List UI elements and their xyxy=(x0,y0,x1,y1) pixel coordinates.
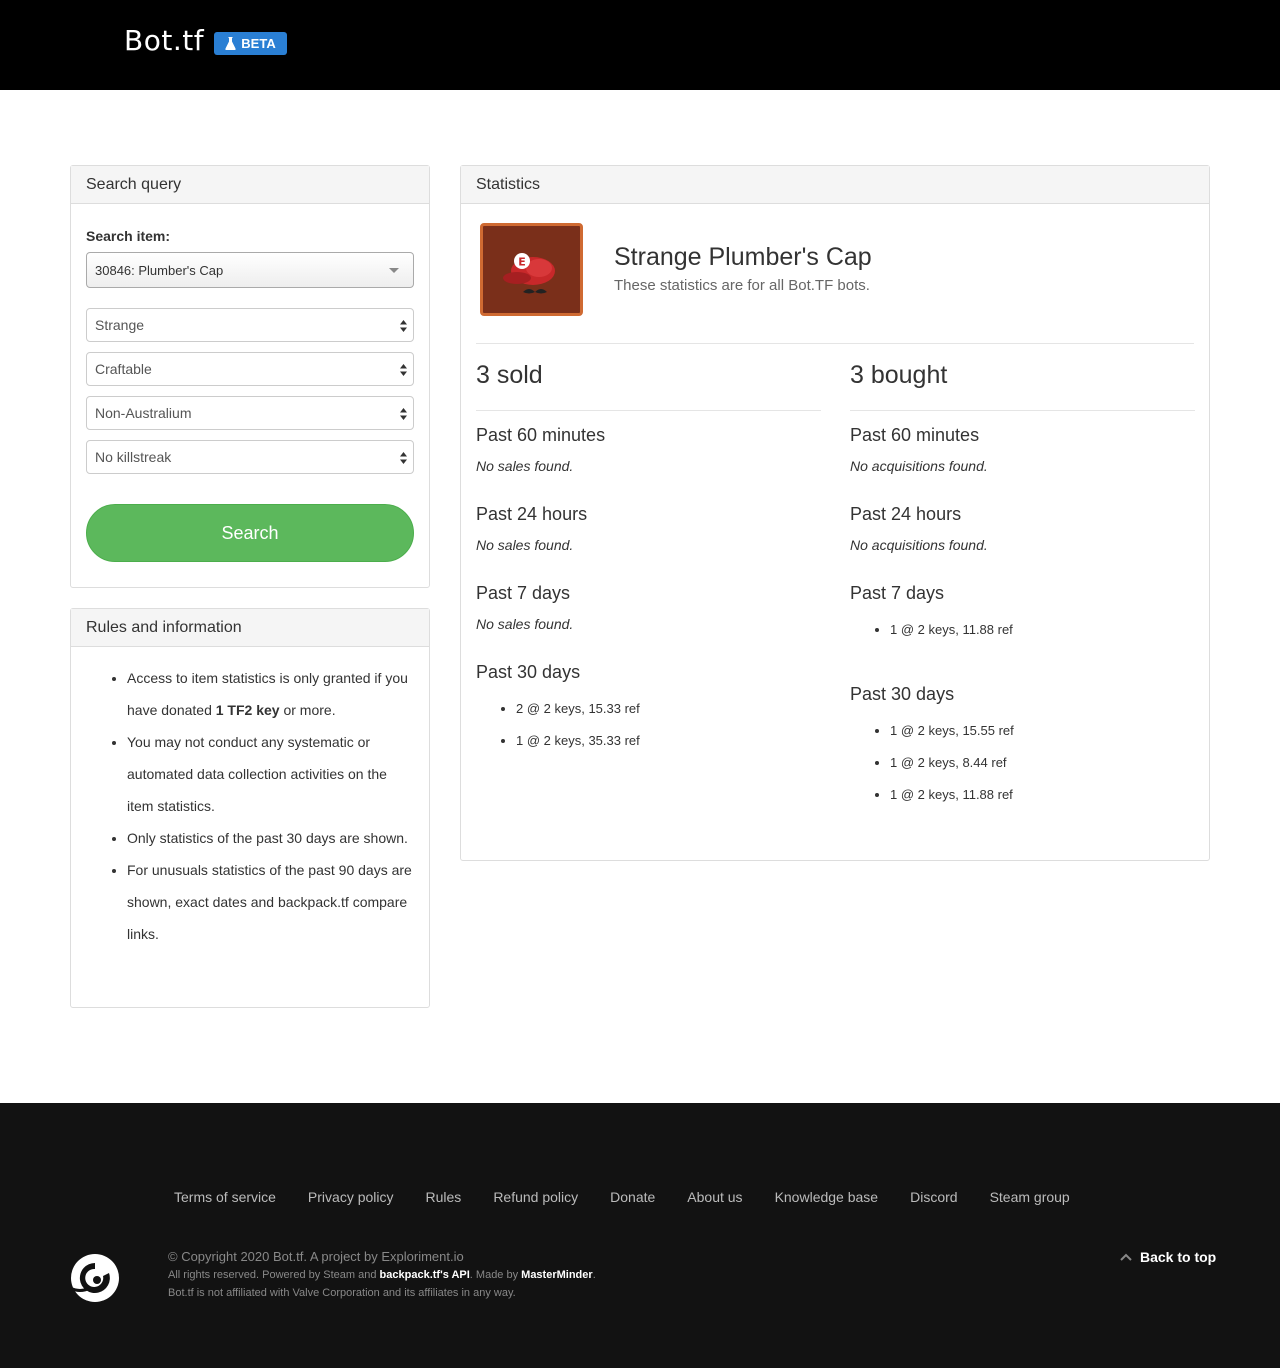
bought-column: 3 bought Past 60 minutes No acquisitions… xyxy=(850,361,1195,802)
sold-24h-heading: Past 24 hours xyxy=(476,504,588,524)
transaction-item: 1 @ 2 keys, 15.55 ref xyxy=(890,720,1014,752)
transaction-item: 1 @ 2 keys, 35.33 ref xyxy=(516,730,640,762)
disclaimer-text: Bot.tf is not affiliated with Valve Corp… xyxy=(168,1287,516,1299)
rule-text: or more. xyxy=(279,702,336,718)
beta-label: BETA xyxy=(241,36,276,51)
bought-24h-heading: Past 24 hours xyxy=(850,504,962,524)
footer-link-refund[interactable]: Refund policy xyxy=(493,1189,578,1205)
australium-select[interactable]: Non-Australium xyxy=(86,396,414,430)
transaction-item: 1 @ 2 keys, 11.88 ref xyxy=(890,784,1014,816)
rule-item: For unusuals statistics of the past 90 d… xyxy=(127,854,417,950)
plumber-cap-icon: E xyxy=(503,253,555,294)
brand-logo[interactable]: Bot.tf xyxy=(124,24,204,57)
select-arrows-icon xyxy=(400,452,407,464)
footer-link-privacy[interactable]: Privacy policy xyxy=(308,1189,394,1205)
rule-item: Access to item statistics is only grante… xyxy=(127,662,417,726)
bought-60m-heading: Past 60 minutes xyxy=(850,425,980,445)
search-panel: Search query Search item: 30846: Plumber… xyxy=(70,165,430,588)
statistics-panel-heading: Statistics xyxy=(461,166,1209,204)
footer-links: Terms of service Privacy policy Rules Re… xyxy=(174,1189,1070,1205)
rules-panel: Rules and information Access to item sta… xyxy=(70,608,430,1008)
rule-item: Only statistics of the past 30 days are … xyxy=(127,822,417,854)
footer-link-discord[interactable]: Discord xyxy=(910,1189,957,1205)
bought-7d-heading: Past 7 days xyxy=(850,583,945,603)
item-select[interactable]: 30846: Plumber's Cap xyxy=(86,252,414,288)
rules-list: Access to item statistics is only grante… xyxy=(127,662,417,950)
item-subtitle: These statistics are for all Bot.TF bots… xyxy=(614,277,870,294)
footer-link-rules[interactable]: Rules xyxy=(426,1189,462,1205)
rule-highlight: 1 TF2 key xyxy=(215,702,280,718)
quality-select[interactable]: Strange xyxy=(86,308,414,342)
footer-link-terms[interactable]: Terms of service xyxy=(174,1189,276,1205)
rights-prefix: All rights reserved. Powered by Steam an… xyxy=(168,1269,380,1281)
sold-7d-empty: No sales found. xyxy=(476,616,574,632)
footer-link-steam-group[interactable]: Steam group xyxy=(990,1189,1070,1205)
exploriment-logo-icon xyxy=(70,1254,119,1302)
search-button[interactable]: Search xyxy=(86,504,414,562)
rules-panel-heading: Rules and information xyxy=(71,609,429,647)
transaction-item: 1 @ 2 keys, 8.44 ref xyxy=(890,752,1014,784)
chevron-up-icon xyxy=(1120,1253,1132,1261)
bought-7d-list: 1 @ 2 keys, 11.88 ref xyxy=(850,619,1013,651)
sold-7d-heading: Past 7 days xyxy=(476,583,571,603)
bought-30d-list: 1 @ 2 keys, 15.55 ref 1 @ 2 keys, 8.44 r… xyxy=(850,720,1014,816)
sold-30d-list: 2 @ 2 keys, 15.33 ref 1 @ 2 keys, 35.33 … xyxy=(476,698,640,762)
rights-madeby: . Made by xyxy=(469,1269,522,1281)
masterminder-link[interactable]: MasterMinder xyxy=(521,1269,593,1281)
bought-title: 3 bought xyxy=(850,361,1195,411)
divider xyxy=(476,343,1194,344)
sold-60m-empty: No sales found. xyxy=(476,458,574,474)
sold-title: 3 sold xyxy=(476,361,821,411)
footer-link-knowledge-base[interactable]: Knowledge base xyxy=(775,1189,879,1205)
transaction-item: 1 @ 2 keys, 11.88 ref xyxy=(890,619,1013,651)
footer-link-donate[interactable]: Donate xyxy=(610,1189,655,1205)
quality-select-value: Strange xyxy=(95,317,145,333)
flask-icon xyxy=(225,37,236,50)
bought-30d-heading: Past 30 days xyxy=(850,684,955,704)
select-arrows-icon xyxy=(400,408,407,420)
back-to-top-link[interactable]: Back to top xyxy=(1120,1249,1216,1265)
australium-select-value: Non-Australium xyxy=(95,405,192,421)
search-panel-heading: Search query xyxy=(71,166,429,204)
statistics-panel: Statistics E Strange Plumber's Cap These… xyxy=(460,165,1210,861)
craftable-select[interactable]: Craftable xyxy=(86,352,414,386)
item-image: E xyxy=(480,223,583,316)
transaction-item: 2 @ 2 keys, 15.33 ref xyxy=(516,698,640,730)
select-arrows-icon xyxy=(400,320,407,332)
killstreak-select-value: No killstreak xyxy=(95,449,172,465)
backpack-api-link[interactable]: backpack.tf's API xyxy=(380,1269,470,1281)
bought-24h-empty: No acquisitions found. xyxy=(850,537,988,553)
rights-text: All rights reserved. Powered by Steam an… xyxy=(168,1269,596,1281)
select-arrows-icon xyxy=(400,364,407,376)
copyright-text: © Copyright 2020 Bot.tf. A project by Ex… xyxy=(168,1249,464,1264)
sold-30d-heading: Past 30 days xyxy=(476,662,581,682)
sold-column: 3 sold Past 60 minutes No sales found. P… xyxy=(476,361,821,748)
footer-link-about[interactable]: About us xyxy=(687,1189,742,1205)
chevron-down-icon xyxy=(389,268,399,273)
sold-60m-heading: Past 60 minutes xyxy=(476,425,606,445)
rights-suffix: . xyxy=(592,1269,596,1281)
killstreak-select[interactable]: No killstreak xyxy=(86,440,414,474)
back-to-top-label: Back to top xyxy=(1140,1249,1217,1265)
footer: Terms of service Privacy policy Rules Re… xyxy=(0,1103,1280,1368)
bought-60m-empty: No acquisitions found. xyxy=(850,458,988,474)
item-select-value: 30846: Plumber's Cap xyxy=(95,262,224,278)
beta-badge: BETA xyxy=(214,32,287,55)
item-title: Strange Plumber's Cap xyxy=(614,243,872,271)
sold-24h-empty: No sales found. xyxy=(476,537,574,553)
craftable-select-value: Craftable xyxy=(95,361,152,377)
svg-text:E: E xyxy=(518,256,526,269)
search-item-label: Search item: xyxy=(86,228,171,244)
navbar: Bot.tf BETA xyxy=(0,0,1280,90)
rule-item: You may not conduct any systematic or au… xyxy=(127,726,417,822)
